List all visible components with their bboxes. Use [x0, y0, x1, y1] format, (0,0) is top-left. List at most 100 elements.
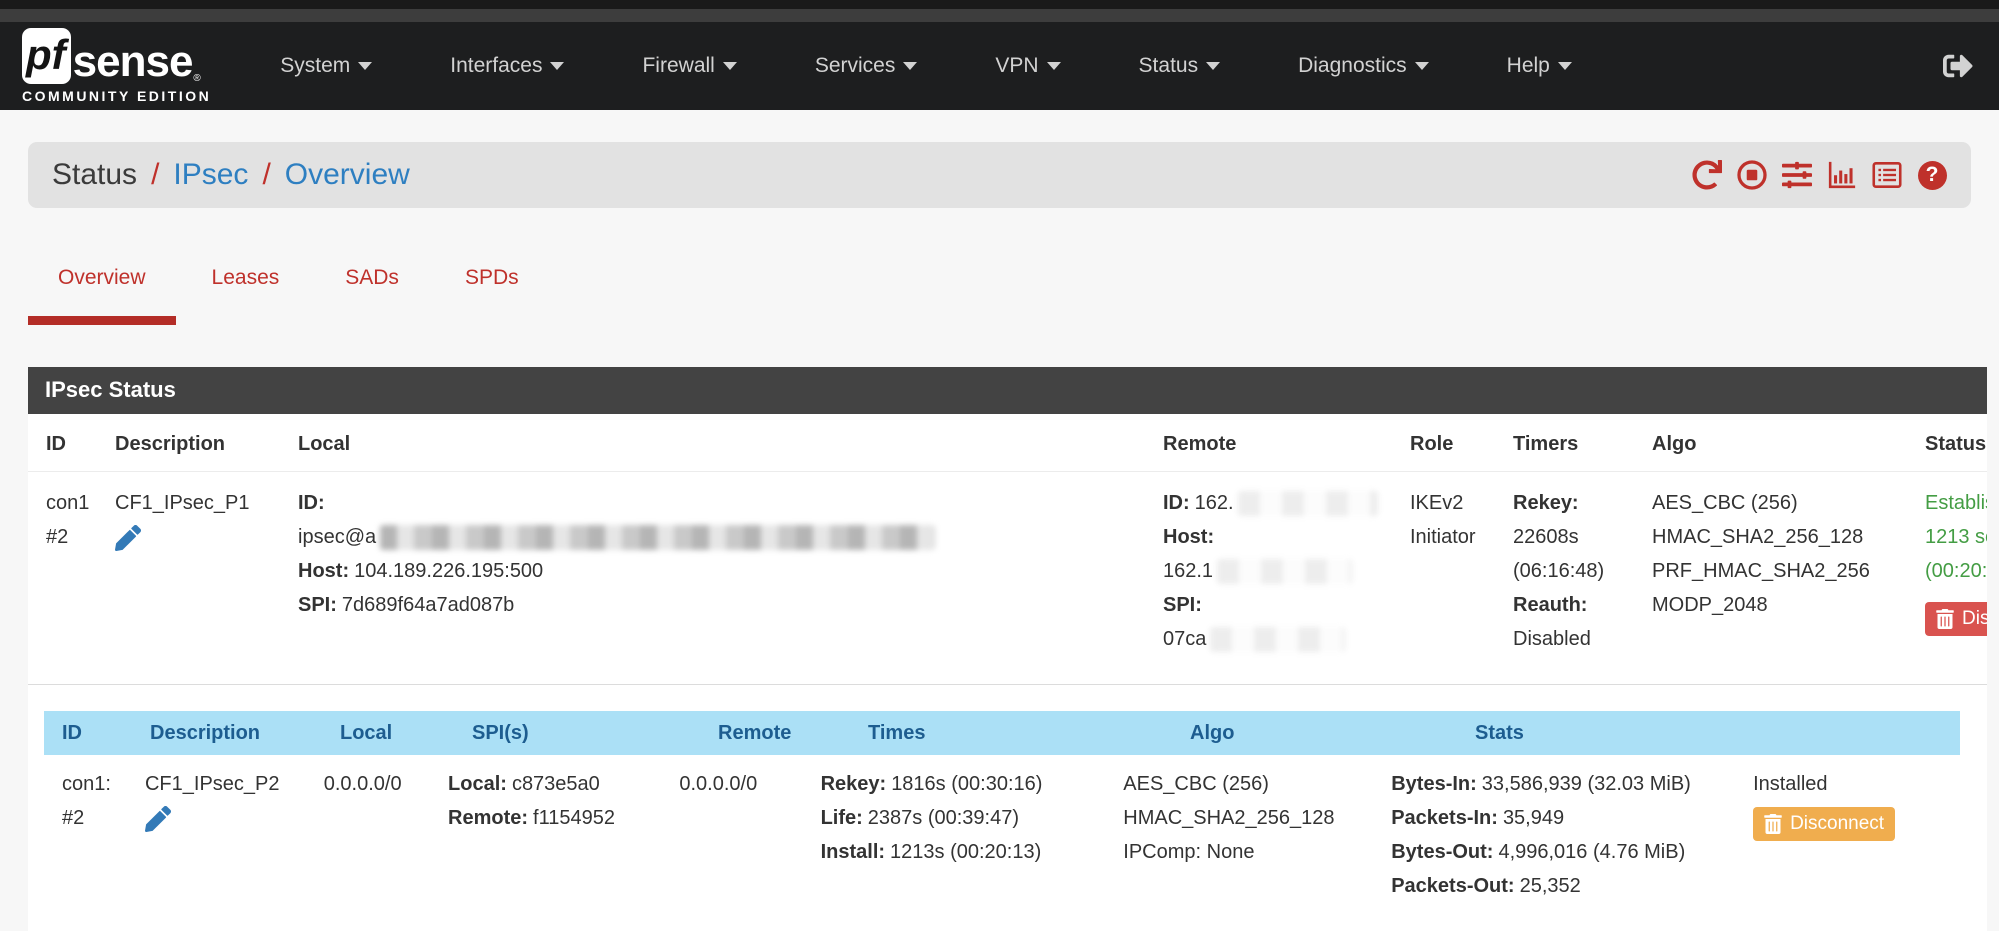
col-header-stats: Stats	[1475, 716, 1860, 750]
col-header-local: Local	[340, 716, 472, 750]
nav-item-services[interactable]: Services	[776, 54, 957, 78]
status-text: Established	[1925, 486, 1987, 520]
col-header-id: ID	[46, 427, 115, 461]
row-timers: Rekey: 22608s (06:16:48) Reauth: Disable…	[1513, 486, 1652, 656]
row-id: con1: #2	[62, 767, 145, 903]
col-header-status: Status	[1925, 427, 1987, 461]
child-header-row: ID Description Local SPI(s) Remote Times…	[44, 711, 1960, 755]
bar-chart-icon[interactable]	[1827, 160, 1857, 190]
window-top-strip	[0, 0, 1999, 9]
chevron-down-icon	[723, 62, 737, 70]
disconnect-button[interactable]: Disconnect	[1753, 807, 1895, 841]
chevron-down-icon	[550, 62, 564, 70]
chevron-down-icon	[1047, 62, 1061, 70]
breadcrumb-section: Status	[52, 158, 137, 192]
row-times: Rekey:1816s (00:30:16) Life:2387s (00:39…	[821, 767, 1124, 903]
col-header-remote: Remote	[1163, 427, 1410, 461]
logout-button[interactable]	[1943, 51, 1973, 81]
col-header-local: Local	[298, 427, 1163, 461]
list-icon[interactable]	[1872, 160, 1902, 190]
trash-icon	[1764, 814, 1782, 834]
sign-out-icon	[1943, 51, 1973, 81]
stat-value: 35,949	[1503, 807, 1564, 829]
logo-pf: pf	[22, 28, 71, 84]
refresh-icon[interactable]	[1692, 160, 1722, 190]
col-header-algo: Algo	[1190, 716, 1475, 750]
table-row: con1: #2 CF1_IPsec_P2 0.0.0.0/0 Local:c8…	[44, 755, 1960, 931]
nav-item-diagnostics[interactable]: Diagnostics	[1259, 54, 1468, 78]
col-header-algo: Algo	[1652, 427, 1925, 461]
pfsense-logo[interactable]: pf sense ® COMMUNITY EDITION	[22, 28, 211, 104]
tab-sads[interactable]: SADs	[315, 266, 429, 325]
breadcrumb-link-overview[interactable]: Overview	[285, 158, 410, 192]
stop-icon[interactable]	[1737, 160, 1767, 190]
row-algo: AES_CBC (256) HMAC_SHA2_256_128 IPComp: …	[1123, 767, 1391, 903]
tab-overview[interactable]: Overview	[28, 266, 176, 325]
breadcrumb-separator: /	[151, 158, 159, 192]
row-remote: ID:162. Host: 162.1 SPI: 07ca	[1163, 486, 1410, 656]
logo-registered-mark: ®	[193, 73, 200, 84]
redacted-value	[1210, 627, 1345, 652]
row-stats: Bytes-In:33,586,939 (32.03 MiB) Packets-I…	[1391, 767, 1753, 903]
chevron-down-icon	[903, 62, 917, 70]
disconnect-button[interactable]: Disconnect	[1925, 602, 1987, 636]
row-description: CF1_IPsec_P1	[115, 486, 298, 656]
logo-edition: COMMUNITY EDITION	[22, 88, 211, 104]
child-sa-table: ID Description Local SPI(s) Remote Times…	[44, 711, 1960, 931]
row-status: Installed Disconnect	[1753, 767, 1960, 903]
help-icon[interactable]: ?	[1917, 160, 1947, 190]
redacted-value	[380, 525, 935, 550]
breadcrumb-separator: /	[262, 158, 270, 192]
edit-icon[interactable]	[145, 806, 171, 832]
tab-leases[interactable]: Leases	[182, 266, 310, 325]
stat-label: Packets-In:	[1391, 807, 1498, 829]
stat-label: Bytes-In:	[1391, 773, 1477, 795]
stat-label: Bytes-Out:	[1391, 841, 1493, 863]
col-header-description: Description	[150, 716, 340, 750]
nav-item-vpn[interactable]: VPN	[956, 54, 1099, 78]
status-text: Installed	[1753, 767, 1954, 801]
row-spis: Local:c873e5a0 Remote:f1154952	[448, 767, 679, 903]
row-remote: 0.0.0.0/0	[679, 767, 820, 903]
trash-icon	[1936, 609, 1954, 629]
col-header-role: Role	[1410, 427, 1513, 461]
chevron-down-icon	[1206, 62, 1220, 70]
edit-icon[interactable]	[115, 525, 141, 551]
col-header-timers: Timers	[1513, 427, 1652, 461]
breadcrumb-bar: Status / IPsec / Overview ?	[28, 142, 1971, 208]
panel-title: IPsec Status	[28, 367, 1987, 414]
nav-item-help[interactable]: Help	[1468, 54, 1611, 78]
col-header-description: Description	[115, 427, 298, 461]
window-title-strip	[0, 9, 1999, 22]
child-sa-section: ID Description Local SPI(s) Remote Times…	[28, 685, 1987, 931]
chevron-down-icon	[358, 62, 372, 70]
page-action-icons: ?	[1692, 160, 1947, 190]
nav-item-firewall[interactable]: Firewall	[603, 54, 775, 78]
row-local: ID: ipsec@a Host:104.189.226.195:500 SPI…	[298, 486, 1163, 656]
nav-item-interfaces[interactable]: Interfaces	[411, 54, 603, 78]
stat-label: Packets-Out:	[1391, 875, 1514, 897]
table-header-row: ID Description Local Remote Role Timers …	[28, 414, 1987, 472]
table-row: con1 #2 CF1_IPsec_P1 ID: ipsec@a Host:10…	[28, 472, 1987, 685]
breadcrumb-link-ipsec[interactable]: IPsec	[173, 158, 248, 192]
breadcrumb: Status / IPsec / Overview	[52, 158, 410, 192]
redacted-value	[1217, 559, 1352, 584]
nav-item-system[interactable]: System	[241, 54, 411, 78]
row-algo: AES_CBC (256) HMAC_SHA2_256_128 PRF_HMAC…	[1652, 486, 1925, 656]
sliders-icon[interactable]	[1782, 160, 1812, 190]
chevron-down-icon	[1415, 62, 1429, 70]
tab-bar: Overview Leases SADs SPDs	[28, 266, 1971, 325]
col-header-remote: Remote	[718, 716, 868, 750]
nav-item-status[interactable]: Status	[1100, 54, 1260, 78]
row-description: CF1_IPsec_P2	[145, 767, 324, 903]
chevron-down-icon	[1558, 62, 1572, 70]
stat-value: 33,586,939 (32.03 MiB)	[1482, 773, 1691, 795]
stat-value: 4,996,016 (4.76 MiB)	[1498, 841, 1685, 863]
tab-spds[interactable]: SPDs	[435, 266, 549, 325]
col-header-id: ID	[62, 716, 150, 750]
stat-value: 25,352	[1520, 875, 1581, 897]
row-local: 0.0.0.0/0	[324, 767, 448, 903]
logo-sense: sense	[73, 40, 193, 84]
row-status: Established 1213 seconds (00:20:13) ago …	[1925, 486, 1987, 656]
col-header-spis: SPI(s)	[472, 716, 718, 750]
